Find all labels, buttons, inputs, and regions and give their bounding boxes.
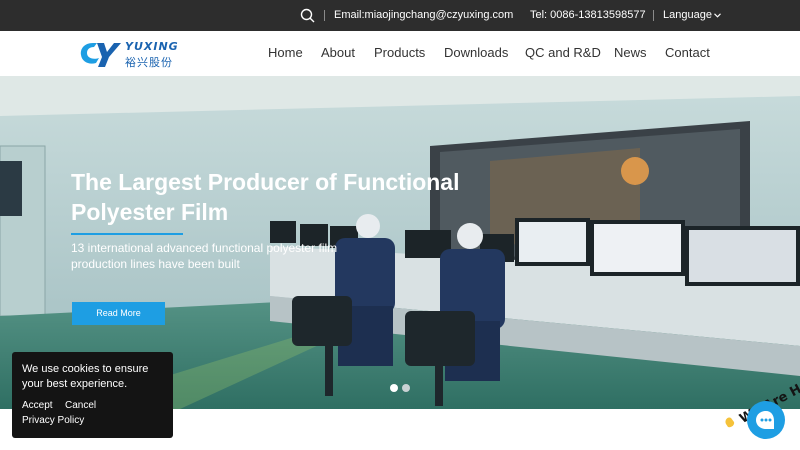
- logo-name-cn: 裕兴股份: [125, 56, 173, 69]
- accept-cookies-button[interactable]: Accept: [22, 400, 53, 411]
- chevron-down-icon: [714, 12, 721, 18]
- logo-mark-icon: [80, 43, 121, 67]
- hero-subtitle: 13 international advanced functional pol…: [71, 241, 338, 271]
- cancel-cookies-button[interactable]: Cancel: [65, 400, 96, 411]
- chat-button[interactable]: [747, 401, 785, 439]
- slider-dot-active[interactable]: [390, 384, 398, 392]
- hero-title: The Largest Producer of Functional Polye…: [71, 169, 460, 225]
- nav-item-news[interactable]: News: [614, 45, 647, 60]
- nav-item-home[interactable]: Home: [268, 45, 303, 60]
- nav-item-products[interactable]: Products: [374, 45, 425, 60]
- logo[interactable]: YUXING 裕兴股份: [79, 39, 189, 69]
- nav-item-about[interactable]: About: [321, 45, 355, 60]
- search-icon[interactable]: [300, 8, 315, 23]
- language-selector[interactable]: Language: [663, 9, 721, 21]
- language-label: Language: [663, 9, 712, 21]
- logo-name-en: YUXING: [125, 40, 179, 53]
- divider: [324, 10, 325, 21]
- nav-item-qc-rd[interactable]: QC and R&D: [525, 45, 601, 60]
- site-header: YUXING 裕兴股份 Home About Products Download…: [0, 31, 800, 76]
- slider-dot[interactable]: [402, 384, 410, 392]
- top-bar: Email:miaojingchang@czyuxing.com Tel: 00…: [0, 0, 800, 31]
- read-more-button[interactable]: Read More: [72, 302, 165, 325]
- divider: [653, 10, 654, 21]
- chat-bubble-icon: [756, 411, 774, 429]
- cookie-message: We use cookies to ensure your best exper…: [22, 363, 149, 390]
- nav-item-contact[interactable]: Contact: [665, 45, 710, 60]
- cookie-banner: We use cookies to ensure your best exper…: [12, 352, 173, 438]
- email-link[interactable]: Email:miaojingchang@czyuxing.com: [334, 9, 513, 21]
- phone-link[interactable]: Tel: 0086-13813598577: [530, 9, 646, 21]
- hero-title-underline: [71, 233, 183, 235]
- privacy-policy-link[interactable]: Privacy Policy: [22, 415, 84, 426]
- nav-item-downloads[interactable]: Downloads: [444, 45, 508, 60]
